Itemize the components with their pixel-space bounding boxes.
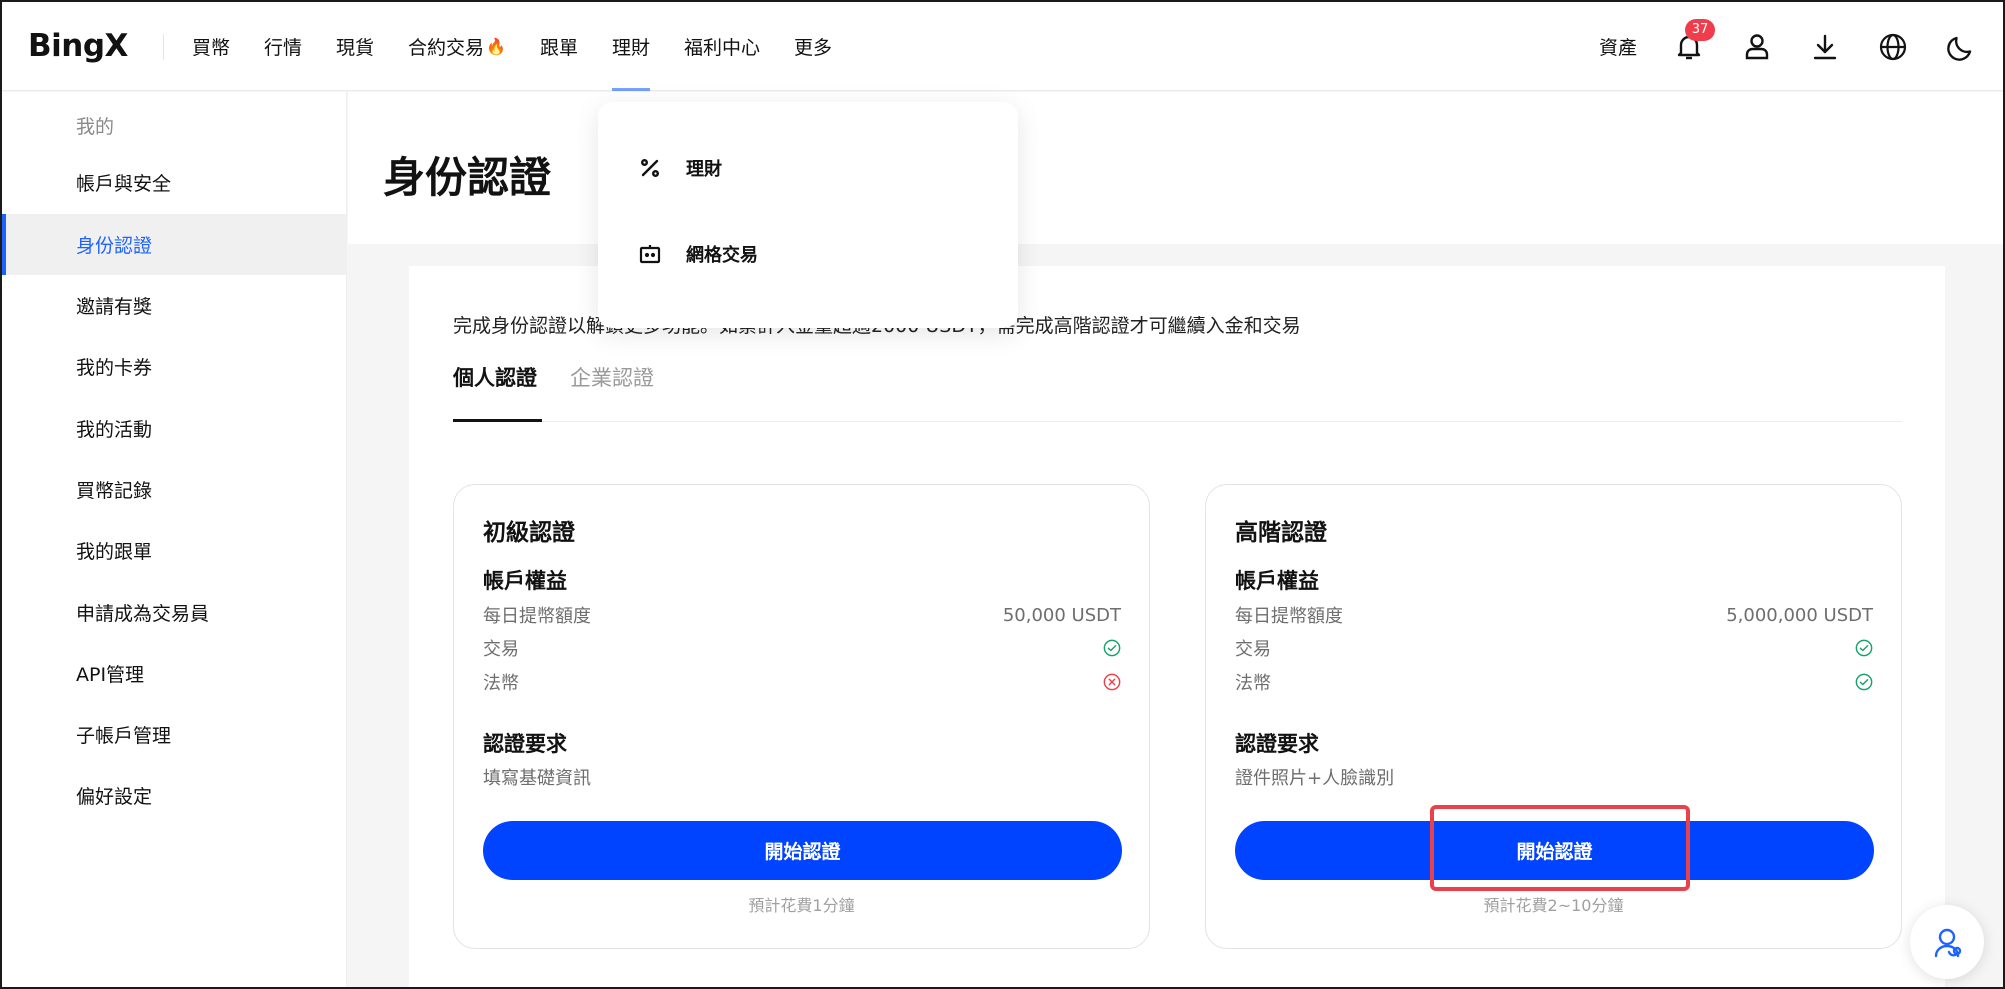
withdraw-limit-row: 每日提幣額度 50,000 USDT [483, 602, 1121, 628]
sidebar-item-sub-accounts[interactable]: 子帳戶管理 [2, 704, 347, 765]
row-label: 法幣 [1235, 673, 1271, 694]
app-frame: BingX 買幣 行情 現貨 合約交易 🔥 跟單 理財 福利中心 更多 資產 37 [0, 0, 2005, 989]
wealth-dropdown-menu: 理財 網格交易 [598, 102, 1018, 328]
nav-futures[interactable]: 合約交易 🔥 [408, 2, 506, 91]
basic-verification-card: 初級認證 帳戶權益 每日提幣額度 50,000 USDT 交易 法幣 認證要求 … [453, 484, 1150, 949]
sidebar-item-identity-verification[interactable]: 身份認證 [2, 214, 347, 275]
sidebar-item-copy-trading[interactable]: 我的跟單 [2, 520, 347, 581]
sidebar-heading: 我的 [76, 116, 115, 138]
tab-personal[interactable]: 個人認證 [453, 362, 537, 392]
row-label: 交易 [1235, 639, 1271, 660]
sidebar-item-api[interactable]: API管理 [2, 643, 347, 704]
nav-wealth[interactable]: 理財 [612, 2, 651, 91]
download-button[interactable] [1809, 31, 1841, 63]
support-agent-icon [1934, 928, 1962, 958]
notification-button[interactable]: 37 [1673, 18, 1715, 63]
card-title: 高階認證 [1235, 520, 1327, 546]
nav-buy-crypto[interactable]: 買幣 [192, 2, 230, 91]
fiat-row: 法幣 [1235, 669, 1873, 695]
check-circle-icon [1855, 639, 1873, 657]
nav-label: 買幣 [192, 37, 231, 59]
nav-markets[interactable]: 行情 [264, 2, 302, 91]
rights-heading: 帳戶權益 [483, 569, 567, 593]
theme-toggle[interactable] [1945, 31, 1977, 63]
sidebar-item-become-trader[interactable]: 申請成為交易員 [2, 582, 347, 643]
dropdown-item-grid-trading[interactable]: 網格交易 [638, 234, 758, 274]
sidebar-item-buy-history[interactable]: 買幣記錄 [2, 459, 347, 520]
moon-icon [1947, 36, 1972, 61]
row-label: 每日提幣額度 [483, 606, 591, 627]
card-title: 初級認證 [483, 520, 575, 546]
sidebar-item-activities[interactable]: 我的活動 [2, 398, 347, 459]
requirements-text: 證件照片+人臉識別 [1235, 768, 1395, 789]
rights-heading: 帳戶權益 [1235, 569, 1319, 593]
requirements-heading: 認證要求 [483, 732, 567, 756]
language-button[interactable] [1877, 31, 1909, 63]
sidebar-item-preferences[interactable]: 偏好設定 [2, 765, 347, 826]
advanced-verification-card: 高階認證 帳戶權益 每日提幣額度 5,000,000 USDT 交易 法幣 認證… [1205, 484, 1902, 949]
sidebar-item-coupons[interactable]: 我的卡券 [2, 336, 347, 397]
notification-badge: 37 [1685, 18, 1715, 41]
top-header: BingX 買幣 行情 現貨 合約交易 🔥 跟單 理財 福利中心 更多 資產 37 [2, 2, 2003, 91]
grid-bot-icon [639, 245, 661, 264]
nav-label: 行情 [264, 37, 303, 59]
dropdown-item-wealth[interactable]: 理財 [638, 148, 722, 188]
fire-icon: 🔥 [486, 37, 506, 56]
nav-label: 理財 [612, 37, 651, 59]
bingx-logo[interactable]: BingX [28, 28, 128, 64]
check-circle-icon [1855, 673, 1873, 691]
customer-support-button[interactable] [1910, 905, 1984, 979]
nav-label: 更多 [794, 37, 833, 59]
x-circle-icon [1103, 673, 1121, 691]
start-advanced-verification-button[interactable]: 開始認證 [1235, 821, 1874, 880]
row-label: 每日提幣額度 [1235, 606, 1343, 627]
logo-divider [163, 34, 164, 60]
globe-icon [1879, 33, 1907, 60]
withdraw-limit-value: 50,000 USDT [1002, 604, 1121, 626]
nav-label: 跟單 [539, 37, 578, 59]
nav-spot[interactable]: 現貨 [336, 2, 374, 91]
estimated-time: 預計花費2~10分鐘 [1483, 896, 1624, 915]
nav-rewards-center[interactable]: 福利中心 [684, 2, 760, 91]
sidebar: 我的 帳戶與安全 身份認證 邀請有獎 我的卡券 我的活動 買幣記錄 我的跟單 申… [2, 92, 347, 987]
trading-row: 交易 [1235, 635, 1873, 661]
withdraw-limit-value: 5,000,000 USDT [1726, 604, 1873, 626]
header-actions: 資產 37 [1599, 2, 1977, 91]
page-header: 身份認證 [348, 92, 2003, 244]
tab-business[interactable]: 企業認證 [570, 362, 654, 392]
main-nav: 買幣 行情 現貨 合約交易 🔥 跟單 理財 福利中心 更多 [192, 2, 866, 91]
trading-row: 交易 [483, 635, 1121, 661]
sidebar-item-referral[interactable]: 邀請有獎 [2, 275, 347, 336]
nav-label: 現貨 [336, 37, 375, 59]
nav-label: 福利中心 [684, 37, 761, 59]
page-title: 身份認證 [383, 153, 552, 202]
requirements-text: 填寫基礎資訊 [483, 768, 591, 789]
dropdown-item-label: 網格交易 [686, 245, 758, 266]
active-tab-indicator [453, 419, 542, 422]
download-icon [1813, 34, 1837, 59]
row-label: 法幣 [483, 673, 519, 694]
assets-link[interactable]: 資產 [1599, 33, 1637, 60]
estimated-time: 預計花費1分鐘 [748, 896, 855, 915]
dropdown-item-label: 理財 [686, 159, 722, 180]
verification-tabs: 個人認證 企業認證 [453, 362, 1902, 422]
withdraw-limit-row: 每日提幣額度 5,000,000 USDT [1235, 602, 1873, 628]
requirements-heading: 認證要求 [1235, 732, 1319, 756]
nav-more[interactable]: 更多 [794, 2, 832, 91]
percent-icon [640, 158, 659, 177]
row-label: 交易 [483, 639, 519, 660]
account-button[interactable] [1741, 31, 1773, 63]
start-basic-verification-button[interactable]: 開始認證 [483, 821, 1122, 880]
verification-panel: 完成身份認證以解鎖更多功能。如累計入金量超過2000 USDT，需完成高階認證才… [409, 266, 1945, 987]
sidebar-item-account-security[interactable]: 帳戶與安全 [2, 152, 347, 213]
user-icon [1745, 33, 1769, 59]
nav-label: 合約交易 [408, 37, 485, 59]
fiat-row: 法幣 [483, 669, 1121, 695]
check-circle-icon [1103, 639, 1121, 657]
nav-copy-trade[interactable]: 跟單 [540, 2, 578, 91]
